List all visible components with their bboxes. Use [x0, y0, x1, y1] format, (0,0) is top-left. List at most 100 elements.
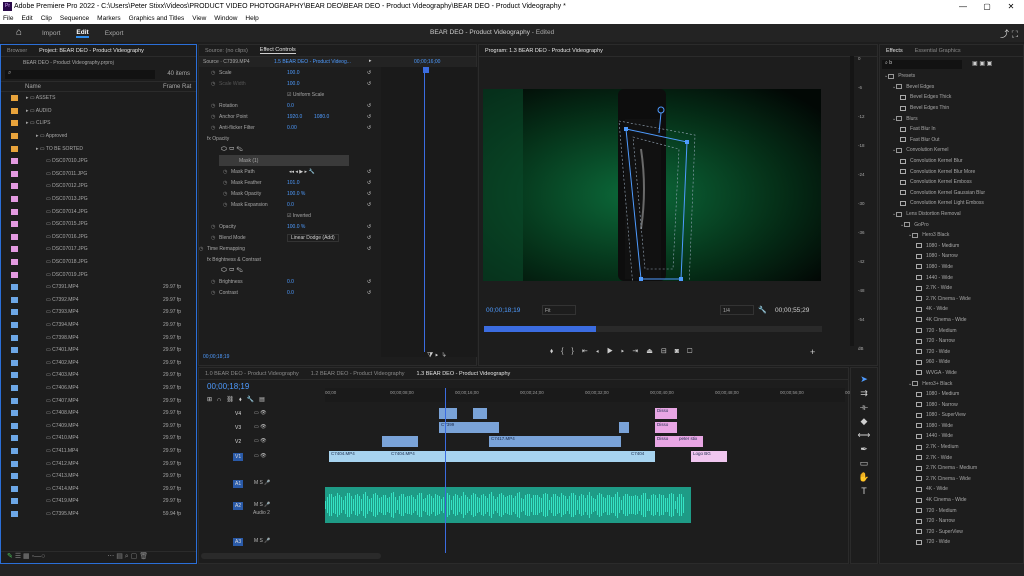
- track-controls-icons[interactable]: ▭ 👁: [254, 453, 266, 459]
- effects-tree-item[interactable]: 720 - Narrow: [880, 336, 1023, 347]
- effects-tree-item[interactable]: ⌄ Blurs: [880, 113, 1023, 124]
- program-video-frame[interactable]: [483, 89, 821, 281]
- list-item[interactable]: ▭ C7410.MP4 29.97 fp: [1, 432, 196, 445]
- out-point-icon[interactable]: }: [572, 348, 582, 355]
- effects-tree-item[interactable]: 720 - Wide: [880, 346, 1023, 357]
- step-forward-icon[interactable]: ▸: [621, 348, 632, 355]
- track-controls-icons[interactable]: ▭ 👁: [254, 424, 266, 430]
- col-frame-rate[interactable]: Frame Rat: [163, 84, 191, 90]
- marker-icon[interactable]: ⬧: [550, 348, 561, 355]
- effects-tree-item[interactable]: ⌄ Convolution Kernel: [880, 145, 1023, 156]
- effect-property-value[interactable]: 101.0: [287, 180, 300, 186]
- video-clip[interactable]: C7404.MP4: [329, 451, 389, 462]
- stopwatch-icon[interactable]: ◷: [223, 169, 227, 175]
- effects-tree-item[interactable]: 1080 - SuperView: [880, 410, 1023, 421]
- list-item[interactable]: ▭ C7408.MP4 29.97 fp: [1, 407, 196, 420]
- video-clip[interactable]: C7404: [629, 451, 655, 462]
- effects-tree-item[interactable]: Bevel Edges Thick: [880, 92, 1023, 103]
- quality-dropdown[interactable]: 1/4: [720, 305, 754, 315]
- filter-icon[interactable]: ⧩ ▸ ↳: [427, 352, 446, 360]
- track-target-toggle[interactable]: V2: [233, 438, 243, 446]
- list-item[interactable]: ▸ ▭ TO BE SORTED: [1, 142, 196, 155]
- effects-tree-item[interactable]: ⌄ Lens Distortion Removal: [880, 209, 1023, 220]
- close-button[interactable]: ✕: [996, 0, 1024, 13]
- effects-tree-item[interactable]: 2.7K - Wide: [880, 452, 1023, 463]
- list-item[interactable]: ▭ C7414.MP4 29.97 fp: [1, 482, 196, 495]
- list-item[interactable]: ▭ DSC07010.JPG: [1, 155, 196, 168]
- camera-icon[interactable]: ◙: [675, 348, 687, 355]
- effects-tree-item[interactable]: 2.7K Cinema - Medium: [880, 463, 1023, 474]
- effect-property-value[interactable]: 1080.0: [314, 114, 329, 120]
- go-to-out-icon[interactable]: ⇥: [632, 348, 646, 355]
- effects-tree-item[interactable]: 2.7K Cinema - Wide: [880, 293, 1023, 304]
- tab-source[interactable]: Source: (no clips): [205, 48, 248, 54]
- wrench-icon[interactable]: 🔧: [758, 306, 767, 314]
- video-clip[interactable]: C7404.MP4: [389, 451, 509, 462]
- project-search-input[interactable]: ⌕: [5, 70, 155, 79]
- effects-tree-item[interactable]: 4K Cinema - Wide: [880, 495, 1023, 506]
- reset-icon[interactable]: ↺: [367, 125, 371, 131]
- list-item[interactable]: ▭ C7402.MP4 29.97 fp: [1, 356, 196, 369]
- workspace-edit[interactable]: Edit: [76, 29, 89, 38]
- stopwatch-icon[interactable]: ◷: [211, 235, 215, 241]
- effect-property-value[interactable]: 0.0: [287, 103, 294, 109]
- ripple-edit-icon[interactable]: ⟛: [860, 402, 868, 413]
- effects-tree-item[interactable]: 2.7K - Medium: [880, 442, 1023, 453]
- fit-dropdown[interactable]: Fit: [542, 305, 576, 315]
- effects-tree-item[interactable]: 720 - Medium: [880, 505, 1023, 516]
- effects-tree-item[interactable]: ⌄ GoPro: [880, 219, 1023, 230]
- stopwatch-icon[interactable]: ◷: [211, 279, 215, 285]
- reset-icon[interactable]: ↺: [367, 290, 371, 296]
- reset-icon[interactable]: ↺: [367, 202, 371, 208]
- tab-seq-1-2[interactable]: 1.2 BEAR DEO - Product Videography: [311, 371, 405, 377]
- tab-essential-graphics[interactable]: Essential Graphics: [915, 48, 961, 54]
- disso-clip[interactable]: Disso: [655, 408, 677, 419]
- extract-icon[interactable]: ⊟: [661, 348, 675, 355]
- list-item[interactable]: ▭ DSC07017.JPG: [1, 243, 196, 256]
- effects-tree-item[interactable]: 1080 - Wide: [880, 262, 1023, 273]
- track-target-toggle[interactable]: A2: [233, 502, 244, 510]
- menu-view[interactable]: View: [192, 15, 206, 22]
- selection-tool-icon[interactable]: ➤: [860, 374, 868, 385]
- home-icon[interactable]: ⌂: [16, 27, 22, 38]
- list-item[interactable]: ▭ C7413.MP4 29.97 fp: [1, 470, 196, 483]
- effects-tree-item[interactable]: 960 - Wide: [880, 357, 1023, 368]
- menu-edit[interactable]: Edit: [21, 15, 32, 22]
- effects-tree-item[interactable]: 1080 - Wide: [880, 421, 1023, 432]
- type-icon[interactable]: T: [861, 486, 867, 496]
- track-target-toggle[interactable]: A1: [233, 480, 244, 488]
- menu-help[interactable]: Help: [245, 15, 258, 22]
- hand-icon[interactable]: ✋: [858, 472, 869, 483]
- list-item[interactable]: ▭ DSC07012.JPG: [1, 180, 196, 193]
- effects-tree-item[interactable]: ⌄ Presets: [880, 71, 1023, 82]
- track-controls-icons[interactable]: M S 🎤: [254, 480, 271, 486]
- list-item[interactable]: ▭ C7419.MP4 29.97 fp: [1, 495, 196, 508]
- pen-icon[interactable]: ✒: [860, 444, 868, 455]
- captions-icon[interactable]: ▤: [259, 397, 270, 403]
- menu-clip[interactable]: Clip: [41, 15, 52, 22]
- video-clip[interactable]: [473, 408, 487, 419]
- list-item[interactable]: ▭ C7412.MP4 29.97 fp: [1, 457, 196, 470]
- in-point-icon[interactable]: {: [561, 348, 571, 355]
- title-clip[interactable]: peter stix: [677, 436, 703, 447]
- effects-tree-item[interactable]: 720 - Wide: [880, 537, 1023, 548]
- effect-clip-name[interactable]: 1.5 BEAR DEO - Product Videog...: [274, 59, 351, 65]
- timeline-zoom-bar[interactable]: [201, 553, 381, 559]
- reset-icon[interactable]: ↺: [367, 103, 371, 109]
- effects-tree-item[interactable]: 4K - Wide: [880, 484, 1023, 495]
- play-icon[interactable]: ▶: [607, 348, 621, 355]
- menu-markers[interactable]: Markers: [97, 15, 120, 22]
- effects-tree-item[interactable]: 4K Cinema - Wide: [880, 315, 1023, 326]
- mask-shape-icons[interactable]: ⬭ ▭ ✎: [221, 146, 243, 154]
- logo-clip[interactable]: Logo BG: [691, 451, 727, 462]
- effects-tree-item[interactable]: WVGA - Wide: [880, 368, 1023, 379]
- list-item[interactable]: ▭ C7395.MP4 59.94 fp: [1, 508, 196, 521]
- effect-property-value[interactable]: 0.0: [287, 279, 294, 285]
- mask-track-icons[interactable]: ◂◂ ◂ ▶ ▸ 🔧: [289, 169, 315, 175]
- list-item[interactable]: ▭ C7392.MP4 29.97 fp: [1, 294, 196, 307]
- effect-property-value[interactable]: 0.0: [287, 290, 294, 296]
- effect-property-value[interactable]: 100.0: [287, 81, 300, 87]
- tab-seq-1-0[interactable]: 1.0 BEAR DEO - Product Videography: [205, 371, 299, 377]
- list-item[interactable]: ▭ DSC07015.JPG: [1, 218, 196, 231]
- list-item[interactable]: ▭ C7407.MP4 29.97 fp: [1, 394, 196, 407]
